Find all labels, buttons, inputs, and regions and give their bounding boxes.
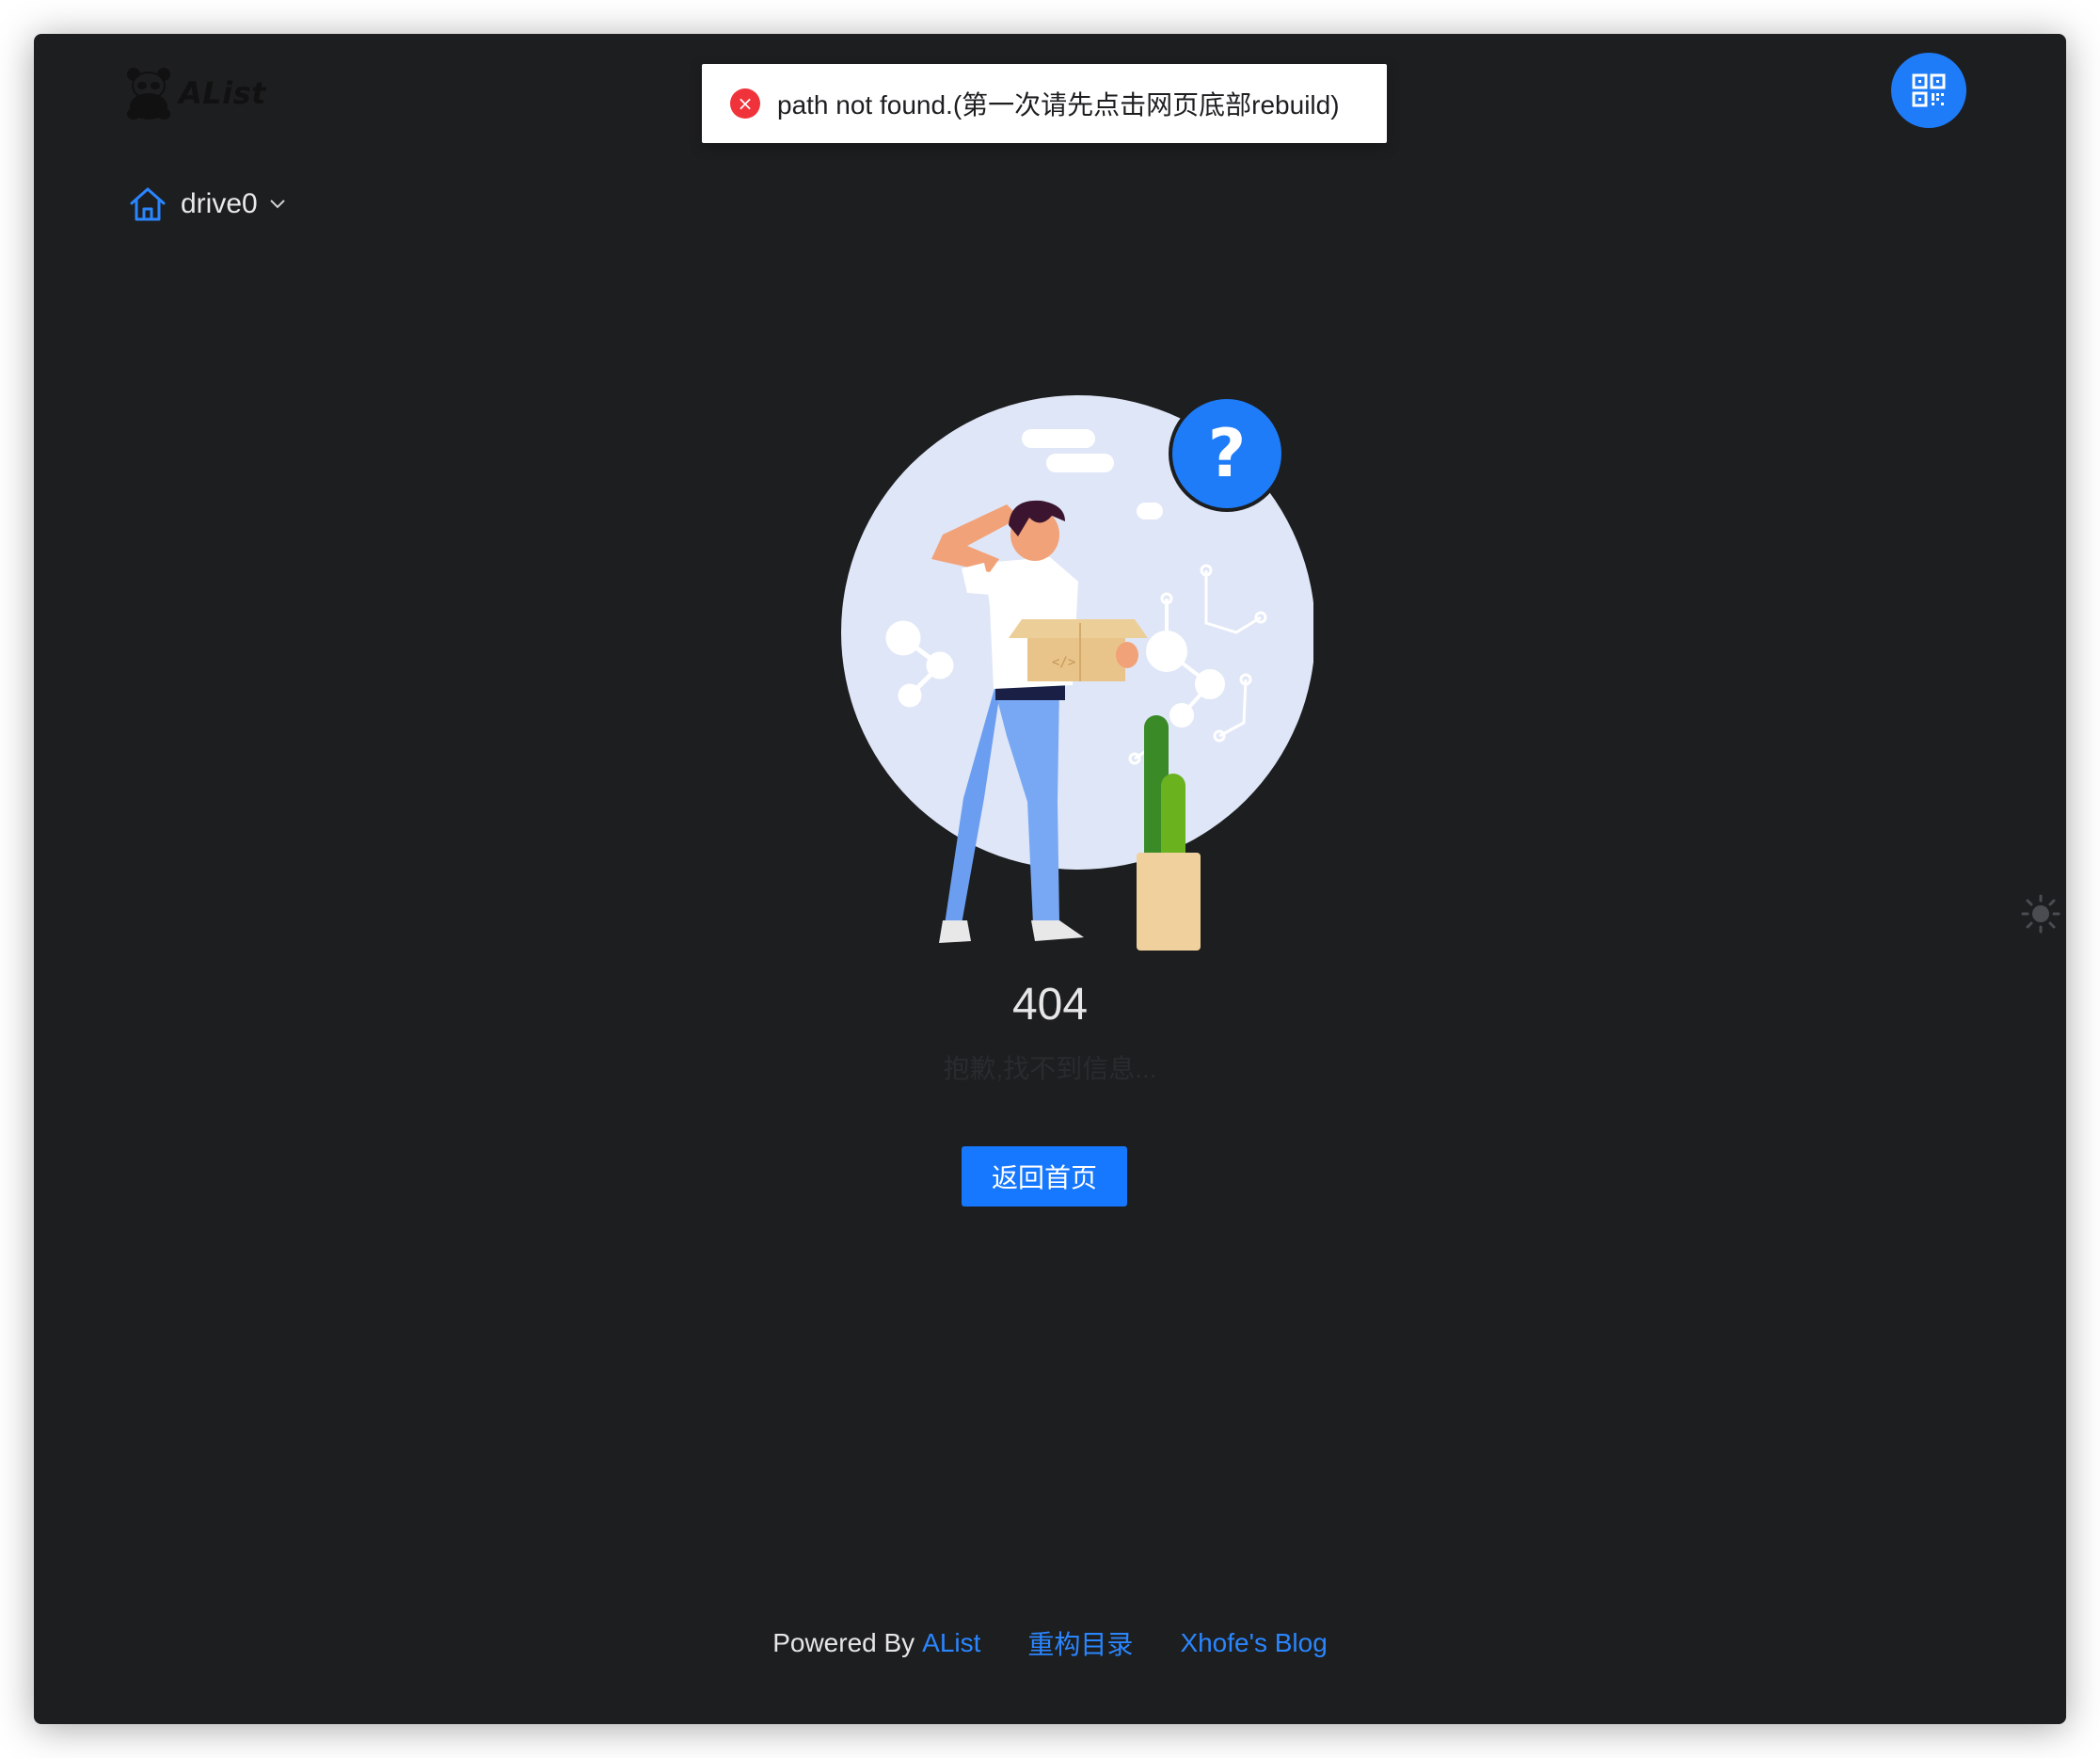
- error-message: 抱歉,找不到信息...: [943, 1054, 1157, 1083]
- sun-icon: [2021, 894, 2060, 934]
- alist-link[interactable]: AList: [922, 1628, 980, 1658]
- alist-logo[interactable]: AList: [122, 60, 273, 126]
- svg-text:</>: </>: [1052, 655, 1075, 670]
- breadcrumb-drive-label[interactable]: drive0: [181, 188, 258, 220]
- question-mark-icon: ?: [1208, 415, 1247, 492]
- qrcode-icon: [1912, 73, 1946, 107]
- error-toast: × path not found.(第一次请先点击网页底部rebuild): [702, 64, 1387, 143]
- theme-toggle-button[interactable]: [2019, 892, 2062, 935]
- error-code: 404: [1011, 980, 1089, 1030]
- panda-logo-icon: [127, 68, 170, 120]
- toast-message: path not found.(第一次请先点击网页底部rebuild): [777, 90, 1340, 120]
- footer: Powered By AList 重构目录 Xhofe's Blog: [34, 1624, 2066, 1662]
- close-circle-icon: ×: [730, 88, 760, 119]
- back-home-button[interactable]: 返回首页: [962, 1146, 1127, 1207]
- not-found-illustration: ? </>: [841, 395, 1313, 951]
- qrcode-button[interactable]: [1891, 53, 1966, 128]
- home-icon[interactable]: [128, 184, 167, 224]
- logo-text: AList: [179, 75, 266, 111]
- app-window: AList × path not found.(第一次请先点击网页底部rebui…: [34, 34, 2066, 1724]
- rebuild-link[interactable]: 重构目录: [1027, 1624, 1133, 1662]
- blog-link[interactable]: Xhofe's Blog: [1180, 1628, 1327, 1658]
- powered-by-text: Powered By: [772, 1628, 915, 1657]
- chevron-down-icon[interactable]: [269, 199, 286, 210]
- breadcrumb: drive0: [128, 183, 286, 226]
